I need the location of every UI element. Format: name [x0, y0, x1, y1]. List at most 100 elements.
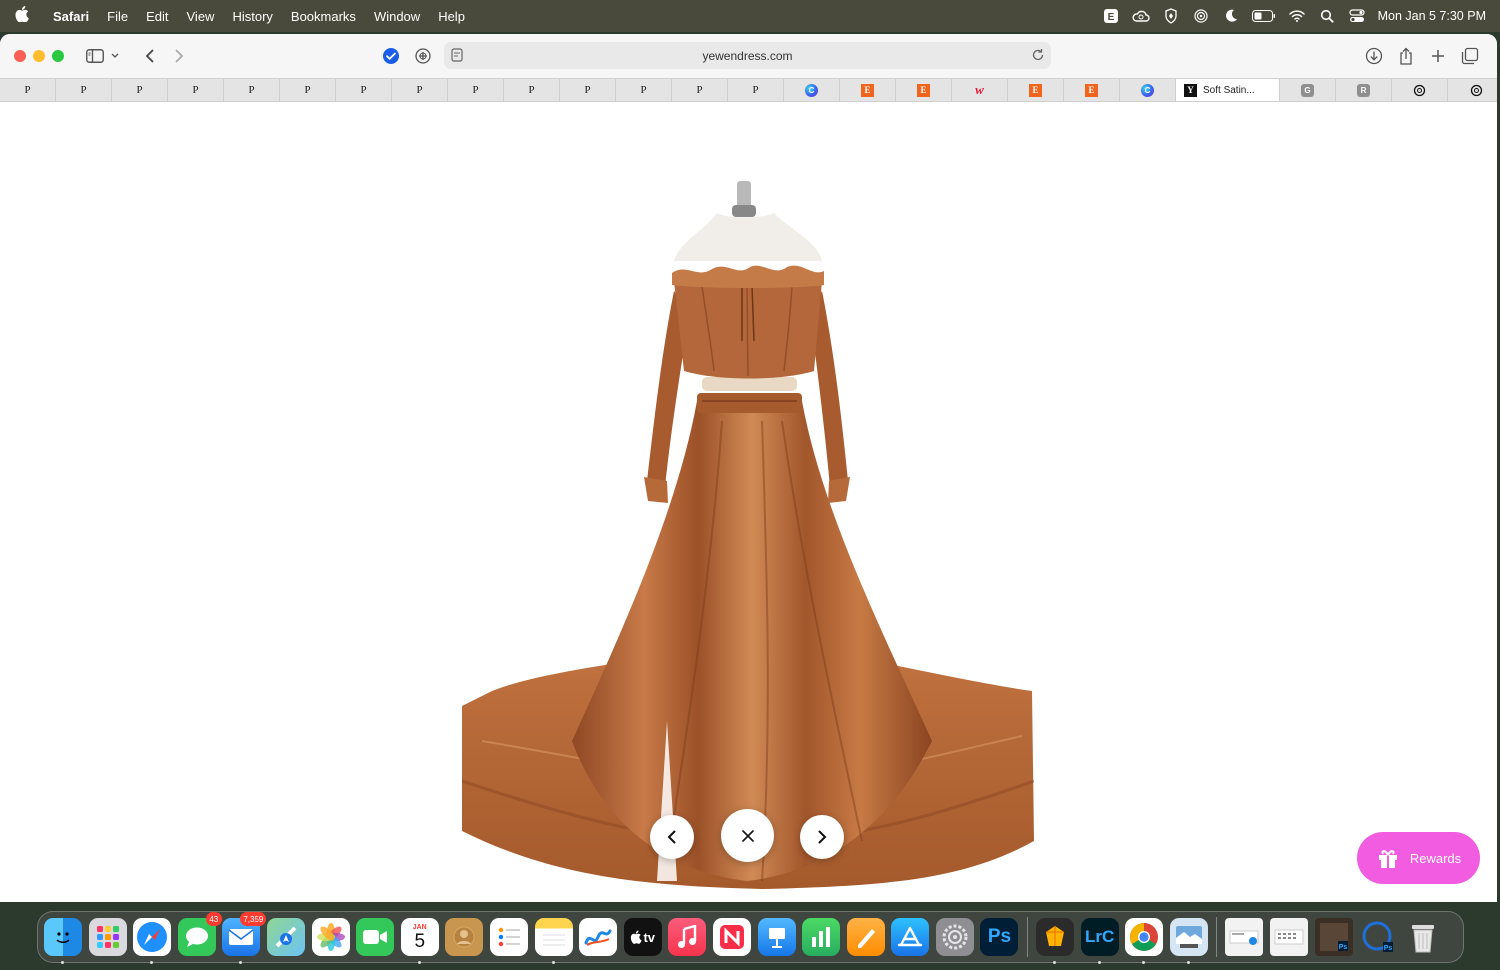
menu-help[interactable]: Help	[429, 9, 474, 24]
psd-file-icon[interactable]: Ps	[1314, 918, 1353, 956]
launchpad-icon[interactable]	[88, 918, 127, 956]
pages-icon[interactable]	[846, 918, 885, 956]
menu-edit[interactable]: Edit	[137, 9, 177, 24]
chevron-left-icon	[667, 830, 676, 844]
pinned-tab[interactable]: P	[672, 79, 728, 101]
privacy-report-icon[interactable]	[410, 43, 436, 69]
pinned-tab[interactable]	[1392, 79, 1448, 101]
pinned-tab[interactable]: E	[896, 79, 952, 101]
calendar-icon[interactable]: JAN 5	[400, 918, 439, 964]
pinned-tab[interactable]: E	[840, 79, 896, 101]
preview-icon[interactable]	[1169, 918, 1208, 964]
previous-image-button[interactable]	[650, 815, 694, 859]
apple-menu-icon[interactable]	[0, 6, 44, 26]
cloud-sync-icon[interactable]	[1132, 8, 1150, 24]
pinned-tab[interactable]: E	[1064, 79, 1120, 101]
app-store-icon[interactable]	[891, 918, 930, 956]
zoom-window-button[interactable]	[52, 50, 64, 62]
focus-moon-icon[interactable]	[1222, 8, 1240, 24]
menu-app-safari[interactable]: Safari	[44, 9, 98, 24]
safari-icon[interactable]	[133, 918, 172, 964]
close-lightbox-button[interactable]	[721, 809, 774, 862]
pinned-tab[interactable]: P	[0, 79, 56, 101]
sidebar-toggle-icon[interactable]	[82, 43, 108, 69]
next-image-button[interactable]	[800, 815, 844, 859]
lightroom-classic-icon[interactable]: LrC	[1080, 918, 1119, 964]
trash-icon[interactable]	[1404, 918, 1442, 956]
svg-text:Ps: Ps	[1338, 944, 1347, 951]
back-chevron-icon[interactable]	[136, 43, 162, 69]
close-window-button[interactable]	[14, 50, 26, 62]
tab-active[interactable]: Y Soft Satin...	[1176, 79, 1280, 101]
pinned-tab[interactable]: P	[392, 79, 448, 101]
spotlight-search-icon[interactable]	[1318, 8, 1336, 24]
contacts-icon[interactable]	[445, 918, 484, 956]
sketch-icon[interactable]	[1036, 918, 1075, 964]
apple-tv-icon[interactable]: tv	[623, 918, 662, 956]
keynote-icon[interactable]	[757, 918, 796, 956]
new-tab-plus-icon[interactable]	[1425, 43, 1451, 69]
pinned-tab[interactable]: P	[504, 79, 560, 101]
pinned-tab[interactable]: C	[784, 79, 840, 101]
tab-overview-icon[interactable]	[1457, 43, 1483, 69]
reload-icon[interactable]	[1029, 46, 1047, 67]
pinned-tab[interactable]: P	[224, 79, 280, 101]
pinned-tab[interactable]	[1448, 79, 1497, 101]
tab-group-chevron-down-icon[interactable]	[108, 43, 122, 69]
facetime-icon[interactable]	[356, 918, 395, 956]
menu-window[interactable]: Window	[365, 9, 429, 24]
pinned-tab[interactable]: C	[1120, 79, 1176, 101]
maps-icon[interactable]	[266, 918, 305, 956]
wifi-icon[interactable]	[1288, 8, 1306, 24]
finder-icon[interactable]	[44, 918, 82, 964]
pinned-tab[interactable]: w	[952, 79, 1008, 101]
pinned-tab[interactable]: P	[112, 79, 168, 101]
pinned-tab[interactable]: P	[56, 79, 112, 101]
page-menu-icon[interactable]	[450, 47, 464, 66]
share-icon[interactable]	[1393, 43, 1419, 69]
address-bar[interactable]: yewendress.com	[444, 42, 1051, 69]
pinned-tab[interactable]: P	[448, 79, 504, 101]
text-app-status-icon[interactable]: E	[1102, 8, 1120, 24]
system-settings-icon[interactable]	[935, 918, 974, 956]
chrome-icon[interactable]	[1125, 918, 1164, 964]
menu-history[interactable]: History	[223, 9, 281, 24]
reminders-icon[interactable]	[489, 918, 528, 956]
control-center-icon[interactable]	[1348, 8, 1366, 24]
shield-vpn-icon[interactable]	[1162, 8, 1180, 24]
menu-file[interactable]: File	[98, 9, 137, 24]
pinned-tab[interactable]: P	[280, 79, 336, 101]
url-text[interactable]: yewendress.com	[702, 49, 792, 63]
menu-bar: Safari File Edit View History Bookmarks …	[0, 0, 1500, 32]
menu-view[interactable]: View	[178, 9, 224, 24]
battery-icon[interactable]	[1251, 8, 1276, 24]
photos-icon[interactable]	[311, 918, 350, 956]
menubar-clock[interactable]: Mon Jan 5 7:30 PM	[1378, 9, 1486, 23]
minimize-window-button[interactable]	[33, 50, 45, 62]
pinned-tab[interactable]: P	[728, 79, 784, 101]
downloads-icon[interactable]	[1361, 43, 1387, 69]
rewards-button[interactable]: Rewards	[1357, 832, 1480, 884]
airdrop-icon[interactable]	[1192, 8, 1210, 24]
pinned-tab[interactable]: G	[1280, 79, 1336, 101]
pinned-tab[interactable]: P	[616, 79, 672, 101]
downloads-stack-icon[interactable]	[1225, 918, 1264, 956]
document-stack-icon[interactable]	[1270, 918, 1309, 956]
psd-circle-file-icon[interactable]: Ps	[1359, 918, 1397, 956]
password-extension-check-icon[interactable]	[378, 43, 404, 69]
pinned-tab[interactable]: P	[336, 79, 392, 101]
numbers-icon[interactable]	[802, 918, 841, 956]
messages-icon[interactable]: 43	[177, 912, 222, 956]
pinned-tab[interactable]: P	[560, 79, 616, 101]
menu-bookmarks[interactable]: Bookmarks	[282, 9, 365, 24]
pinned-tab[interactable]: E	[1008, 79, 1064, 101]
photoshop-icon[interactable]: Ps	[980, 918, 1019, 956]
mail-icon[interactable]: 7,359	[222, 912, 267, 964]
freeform-icon[interactable]	[579, 918, 618, 956]
notes-icon[interactable]	[534, 918, 573, 964]
news-icon[interactable]	[712, 918, 751, 956]
forward-chevron-icon[interactable]	[166, 43, 192, 69]
music-icon[interactable]	[668, 918, 707, 956]
pinned-tab[interactable]: R	[1336, 79, 1392, 101]
pinned-tab[interactable]: P	[168, 79, 224, 101]
